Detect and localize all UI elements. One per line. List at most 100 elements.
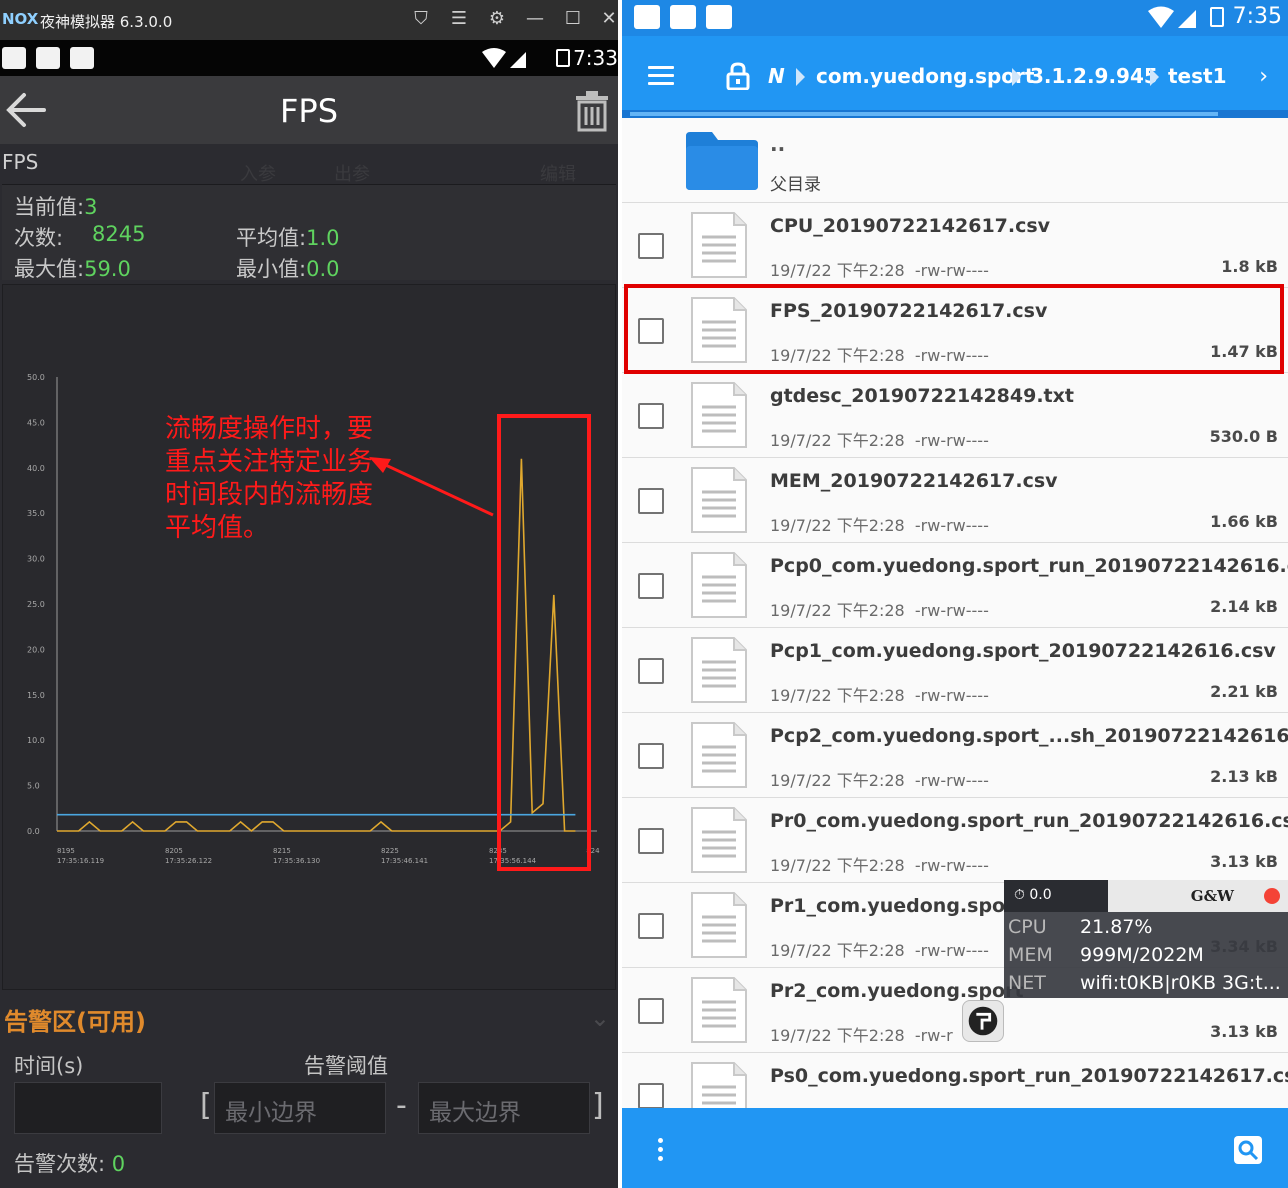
parent-directory-item[interactable]: .. 父目录 [622, 118, 1288, 203]
gw-header: ⏱ 0.0 G&W [1004, 880, 1288, 912]
file-checkbox[interactable] [638, 743, 664, 769]
y-tick-label: 40.0 [27, 464, 45, 473]
breadcrumb-item[interactable]: test1 [1168, 64, 1227, 88]
file-size: 3.13 kB [1210, 1022, 1278, 1041]
file-name: MEM_20190722142617.csv [770, 470, 1058, 492]
lock-icon[interactable] [726, 62, 750, 90]
alarm-title: 告警区(可用) [4, 1008, 146, 1036]
min-row: 最小值:0.0 [236, 253, 339, 283]
file-row[interactable]: CPU_20190722142617.csv 19/7/22 下午2:28 -rw… [622, 203, 1288, 288]
fps-chart-svg: 50.0 45.0 40.0 35.0 30.0 25.0 20.0 15.0 10.0 5.0 0… [27, 373, 600, 871]
folder-icon [686, 132, 758, 190]
file-perm: -rw-r [914, 1026, 953, 1045]
file-date: 19/7/22 下午2:28 [770, 941, 905, 960]
file-row[interactable]: Pcp2_com.yuedong.sport_...sh_20190722142… [622, 713, 1288, 798]
fps-stats-panel: 当前值:3 次数: 8245 平均值:1.0 最大值:59.0 最小值:0.0 [2, 184, 616, 283]
wifi-signal-icon [482, 48, 526, 68]
gw-net-value: wifi:t0KB|r0KB 3G:t... [1080, 972, 1281, 994]
fps-app-bar: FPS [0, 76, 618, 144]
android-status-bar: 7:33 [0, 40, 618, 76]
file-name: Ps0_com.yuedong.sport_run_20190722142617… [770, 1065, 1288, 1087]
file-row[interactable]: Pcp1_com.yuedong.sport_20190722142616.cs… [622, 628, 1288, 713]
file-checkbox[interactable] [638, 828, 664, 854]
chevron-down-icon[interactable]: ⌄ [590, 1004, 610, 1032]
range-dash: - [396, 1088, 407, 1123]
file-perm: -rw-rw---- [914, 771, 989, 790]
file-date: 19/7/22 下午2:28 [770, 261, 905, 280]
min-value: 0.0 [306, 257, 340, 281]
file-perm: -rw-rw---- [914, 941, 989, 960]
file-checkbox[interactable] [638, 1083, 664, 1109]
max-row: 最大值:59.0 [14, 253, 131, 283]
file-checkbox[interactable] [638, 233, 664, 259]
notification-icon [2, 47, 26, 69]
y-tick-label: 45.0 [27, 418, 45, 427]
minimize-icon[interactable]: — [524, 8, 546, 30]
alarm-count-row: 告警次数: 0 [14, 1148, 125, 1178]
gear-icon[interactable]: ⚙ [486, 8, 508, 30]
file-size: 2.21 kB [1210, 682, 1278, 701]
file-checkbox[interactable] [638, 913, 664, 939]
overflow-menu-icon[interactable] [658, 1138, 664, 1165]
x-tick-time-label: 17:35:56.144 [489, 857, 537, 865]
battery-icon [556, 49, 570, 67]
gw-cpu-label: CPU [1008, 916, 1047, 938]
file-name: Pcp0_com.yuedong.sport_run_2019072214261… [770, 555, 1288, 577]
file-manager-toolbar: N com.yuedong.sport 3.1.2.9.945 test1 › [622, 36, 1288, 118]
shirt-icon[interactable]: ⛉ [410, 8, 432, 30]
gw-cpu-value: 21.87% [1080, 916, 1153, 938]
notification-icon [36, 47, 60, 69]
file-row[interactable]: Pcp0_com.yuedong.sport_run_2019072214261… [622, 543, 1288, 628]
record-icon[interactable] [1264, 888, 1280, 904]
notification-icon [70, 47, 94, 69]
battery-icon [1210, 7, 1224, 27]
alarm-time-input[interactable] [14, 1082, 162, 1134]
search-icon[interactable] [1234, 1136, 1262, 1164]
close-icon[interactable]: ✕ [598, 8, 618, 30]
ghost-tab: 编辑 [540, 164, 576, 185]
file-checkbox[interactable] [638, 488, 664, 514]
file-checkbox[interactable] [638, 573, 664, 599]
x-tick-label: 8215 [273, 847, 291, 855]
file-perm: -rw-rw---- [914, 601, 989, 620]
breadcrumb-item[interactable]: 3.1.2.9.945 [1030, 64, 1158, 88]
hamburger-menu-icon[interactable] [648, 66, 674, 86]
file-row[interactable]: Pr0_com.yuedong.sport_run_20190722142616… [622, 798, 1288, 883]
emulator-titlebar: NOX 夜神模拟器 6.3.0.0 ⛉ ☰ ⚙ — ☐ ✕ [0, 0, 618, 40]
annotation-text: 流畅度操作时，要 [165, 414, 373, 444]
gw-mem-label: MEM [1008, 944, 1053, 966]
alarm-time-label: 时间(s) [14, 1054, 84, 1078]
annotation-text: 时间段内的流畅度 [165, 480, 373, 510]
file-name: Pcp1_com.yuedong.sport_20190722142616.cs… [770, 640, 1276, 662]
breadcrumb-scroll-thumb[interactable] [630, 112, 1218, 116]
breadcrumb-separator-icon [796, 68, 805, 86]
highlight-box [497, 414, 591, 871]
gw-floating-monitor[interactable]: ⏱ 0.0 G&W CPU 21.87% MEM 999M/2022M NET … [1004, 880, 1288, 998]
page-title: FPS [279, 92, 338, 130]
alarm-threshold-label: 告警阈值 [304, 1054, 388, 1078]
gw-tool-icon[interactable] [962, 1000, 1004, 1042]
file-row[interactable]: gtdesc_20190722142849.txt 19/7/22 下午2:28 … [622, 373, 1288, 458]
breadcrumb-item[interactable]: com.yuedong.sport [816, 64, 1034, 88]
file-size: 1.8 kB [1221, 257, 1278, 276]
trash-icon[interactable] [572, 90, 612, 132]
x-tick-time-label: 17:35:46.141 [381, 857, 428, 865]
emulator-title: 夜神模拟器 6.3.0.0 [40, 13, 173, 31]
chevron-right-icon[interactable]: › [1259, 64, 1268, 89]
alarm-max-input[interactable]: 最大边界 [418, 1082, 590, 1134]
file-checkbox[interactable] [638, 658, 664, 684]
menu-icon[interactable]: ☰ [448, 8, 470, 30]
file-meta: 19/7/22 下午2:28 -rw-rw---- [770, 597, 989, 621]
file-name: Pr0_com.yuedong.sport_run_20190722142616… [770, 810, 1288, 832]
alarm-min-input[interactable]: 最小边界 [214, 1082, 386, 1134]
document-icon [690, 891, 748, 959]
maximize-icon[interactable]: ☐ [562, 8, 584, 30]
file-checkbox[interactable] [638, 998, 664, 1024]
file-name: CPU_20190722142617.csv [770, 215, 1051, 237]
file-name: gtdesc_20190722142849.txt [770, 385, 1074, 407]
file-checkbox[interactable] [638, 403, 664, 429]
breadcrumb-root[interactable]: N [768, 64, 785, 88]
file-row[interactable]: MEM_20190722142617.csv 19/7/22 下午2:28 -rw… [622, 458, 1288, 543]
gw-net-label: NET [1008, 972, 1046, 994]
y-tick-label: 30.0 [27, 555, 45, 564]
